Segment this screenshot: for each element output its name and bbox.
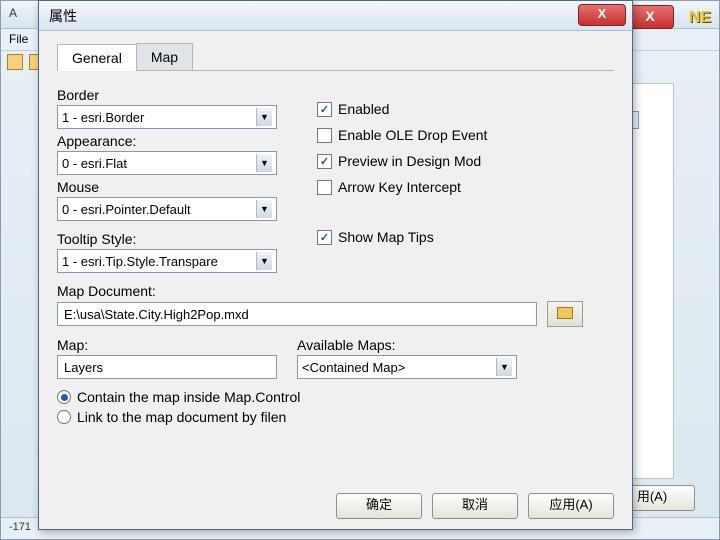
chevron-down-icon: ▼ [256, 154, 272, 172]
mouse-value: 0 - esri.Pointer.Default [62, 202, 191, 217]
tooltip-dropdown[interactable]: 1 - esri.Tip.Style.Transpare ▼ [57, 249, 277, 273]
bg-close-button[interactable]: X [626, 5, 674, 29]
maptips-checkbox[interactable]: ✓ Show Map Tips [317, 229, 614, 245]
tooltip-label: Tooltip Style: [57, 231, 307, 247]
mouse-dropdown[interactable]: 0 - esri.Pointer.Default ▼ [57, 197, 277, 221]
avail-label: Available Maps: [297, 337, 517, 353]
open-icon[interactable] [7, 54, 23, 70]
arrow-label: Arrow Key Intercept [338, 179, 461, 195]
arrow-checkbox[interactable]: Arrow Key Intercept [317, 179, 614, 195]
avail-dropdown[interactable]: <Contained Map> ▼ [297, 355, 517, 379]
mapdoc-label: Map Document: [57, 283, 614, 299]
enabled-checkbox[interactable]: ✓ Enabled [317, 101, 614, 117]
status-text: -171 [9, 521, 31, 533]
enabled-label: Enabled [338, 101, 389, 117]
ok-button[interactable]: 确定 [336, 493, 422, 519]
apply-button[interactable]: 应用(A) [528, 493, 614, 519]
appearance-label: Appearance: [57, 133, 307, 149]
properties-dialog: 属性 X General Map Border 1 - esri.Border … [38, 0, 633, 530]
tooltip-value: 1 - esri.Tip.Style.Transpare [62, 254, 218, 269]
preview-checkbox[interactable]: ✓ Preview in Design Mod [317, 153, 614, 169]
appearance-value: 0 - esri.Flat [62, 156, 127, 171]
radio-contain[interactable]: Contain the map inside Map.Control [57, 389, 614, 405]
close-button[interactable]: X [578, 4, 626, 26]
radio-contain-label: Contain the map inside Map.Control [77, 389, 300, 405]
checkbox-icon [317, 128, 332, 143]
mouse-label: Mouse [57, 179, 307, 195]
map-label: Map: [57, 337, 277, 353]
ne-label: NE [689, 9, 711, 27]
border-value: 1 - esri.Border [62, 110, 144, 125]
mapdoc-input[interactable] [57, 302, 537, 326]
map-input[interactable] [57, 355, 277, 379]
preview-label: Preview in Design Mod [338, 153, 481, 169]
menu-file[interactable]: File [9, 32, 28, 46]
radio-icon [57, 390, 71, 404]
border-dropdown[interactable]: 1 - esri.Border ▼ [57, 105, 277, 129]
ole-checkbox[interactable]: Enable OLE Drop Event [317, 127, 614, 143]
folder-icon [557, 307, 573, 319]
avail-value: <Contained Map> [302, 360, 405, 375]
radio-link-label: Link to the map document by filen [77, 409, 286, 425]
checkbox-icon: ✓ [317, 154, 332, 169]
dialog-title: 属性 [49, 8, 77, 24]
browse-button[interactable] [547, 301, 583, 327]
checkbox-icon: ✓ [317, 102, 332, 117]
radio-icon [57, 410, 71, 424]
ole-label: Enable OLE Drop Event [338, 127, 487, 143]
chevron-down-icon: ▼ [496, 358, 512, 376]
bg-title: A [9, 6, 17, 20]
appearance-dropdown[interactable]: 0 - esri.Flat ▼ [57, 151, 277, 175]
tab-general[interactable]: General [57, 44, 137, 71]
tab-map[interactable]: Map [136, 43, 193, 70]
dialog-titlebar: 属性 X [39, 1, 632, 31]
border-label: Border [57, 87, 307, 103]
radio-link[interactable]: Link to the map document by filen [57, 409, 614, 425]
checkbox-icon [317, 180, 332, 195]
maptips-label: Show Map Tips [338, 229, 434, 245]
chevron-down-icon: ▼ [256, 200, 272, 218]
cancel-button[interactable]: 取消 [432, 493, 518, 519]
checkbox-icon: ✓ [317, 230, 332, 245]
dialog-buttons: 确定 取消 应用(A) [336, 493, 614, 519]
chevron-down-icon: ▼ [256, 108, 272, 126]
tab-strip: General Map [57, 43, 614, 71]
chevron-down-icon: ▼ [256, 252, 272, 270]
